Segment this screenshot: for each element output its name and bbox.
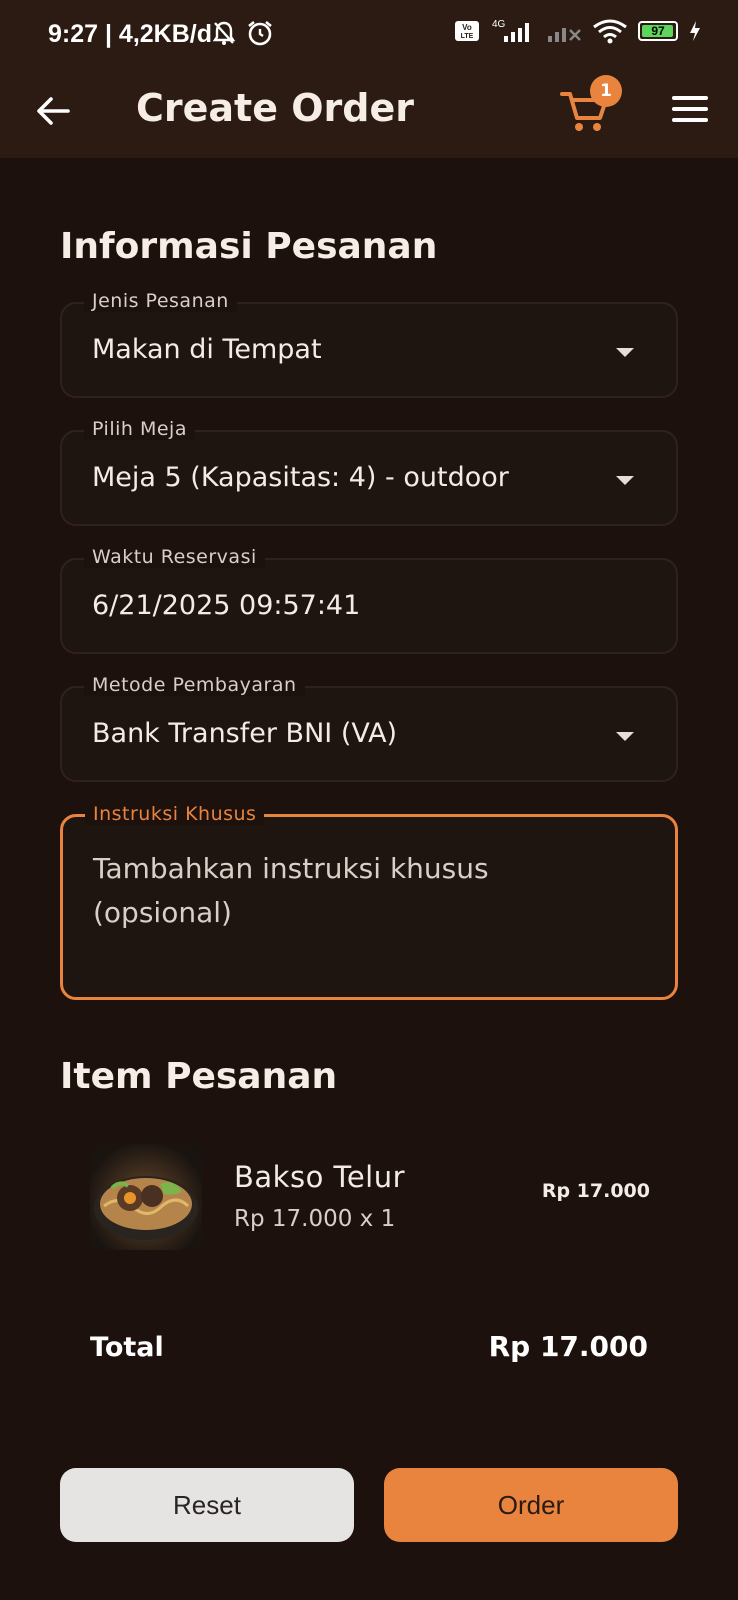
- total-label: Total: [90, 1332, 164, 1363]
- battery-percent: 97: [651, 24, 665, 38]
- volte-icon: Vo LTE: [455, 21, 479, 41]
- battery-icon: 97: [638, 21, 678, 41]
- svg-text:4G: 4G: [492, 19, 506, 30]
- status-icons: Vo LTE 4G 97: [454, 18, 702, 44]
- special-instructions-textarea[interactable]: Instruksi Khusus Tambahkan instruksi khu…: [60, 803, 678, 1000]
- special-instructions-placeholder: Tambahkan instruksi khusus (opsional): [93, 852, 489, 929]
- table-value: Meja 5 (Kapasitas: 4) - outdoor: [92, 462, 509, 493]
- reset-button[interactable]: Reset: [60, 1468, 354, 1542]
- section-title-order-info: Informasi Pesanan: [60, 226, 438, 267]
- item-price: Rp 17.000: [541, 1180, 650, 1202]
- bell-off-icon: [212, 21, 236, 45]
- item-qty: Rp 17.000 x 1: [234, 1206, 396, 1232]
- app-bar: Create Order 1: [0, 68, 738, 158]
- cart-count-badge: 1: [590, 75, 622, 107]
- special-instructions-label: Instruksi Khusus: [85, 803, 265, 825]
- signal-4g-icon: 4G: [492, 19, 529, 42]
- order-type-label: Jenis Pesanan: [84, 290, 237, 312]
- food-thumbnail: [90, 1144, 202, 1250]
- alarm-icon: [248, 20, 272, 46]
- wifi-icon: [593, 19, 627, 44]
- reservation-time-field[interactable]: Waktu Reservasi 6/21/2025 09:57:41: [60, 546, 678, 654]
- payment-method-value: Bank Transfer BNI (VA): [92, 718, 398, 749]
- charging-icon: [690, 21, 700, 41]
- dropdown-arrow-icon: [616, 732, 634, 741]
- svg-text:LTE: LTE: [461, 33, 474, 40]
- reservation-time-label: Waktu Reservasi: [84, 546, 265, 568]
- dropdown-arrow-icon: [616, 348, 634, 357]
- table-label: Pilih Meja: [84, 418, 195, 440]
- section-title-order-items: Item Pesanan: [60, 1056, 338, 1097]
- menu-icon[interactable]: [672, 96, 708, 126]
- back-icon[interactable]: [30, 88, 76, 134]
- reservation-time-value: 6/21/2025 09:57:41: [92, 590, 361, 621]
- dropdown-arrow-icon: [616, 476, 634, 485]
- page-title: Create Order: [136, 86, 414, 130]
- status-time: 9:27 | 4,2KB/d: [48, 20, 213, 48]
- order-button[interactable]: Order: [384, 1468, 678, 1542]
- table-dropdown[interactable]: Pilih Meja Meja 5 (Kapasitas: 4) - outdo…: [60, 418, 678, 526]
- item-name: Bakso Telur: [234, 1160, 406, 1194]
- payment-method-dropdown[interactable]: Metode Pembayaran Bank Transfer BNI (VA): [60, 674, 678, 782]
- order-type-value: Makan di Tempat: [92, 334, 322, 365]
- list-item: Bakso Telur Rp 17.000 x 1 Rp 17.000: [90, 1144, 650, 1250]
- payment-method-label: Metode Pembayaran: [84, 674, 305, 696]
- total-value: Rp 17.000: [488, 1330, 648, 1363]
- svg-text:Vo: Vo: [462, 23, 472, 32]
- order-type-dropdown[interactable]: Jenis Pesanan Makan di Tempat: [60, 290, 678, 398]
- signal-no-service-icon: [548, 28, 581, 42]
- status-bar: 9:27 | 4,2KB/d Vo LTE 4G 97: [0, 0, 738, 68]
